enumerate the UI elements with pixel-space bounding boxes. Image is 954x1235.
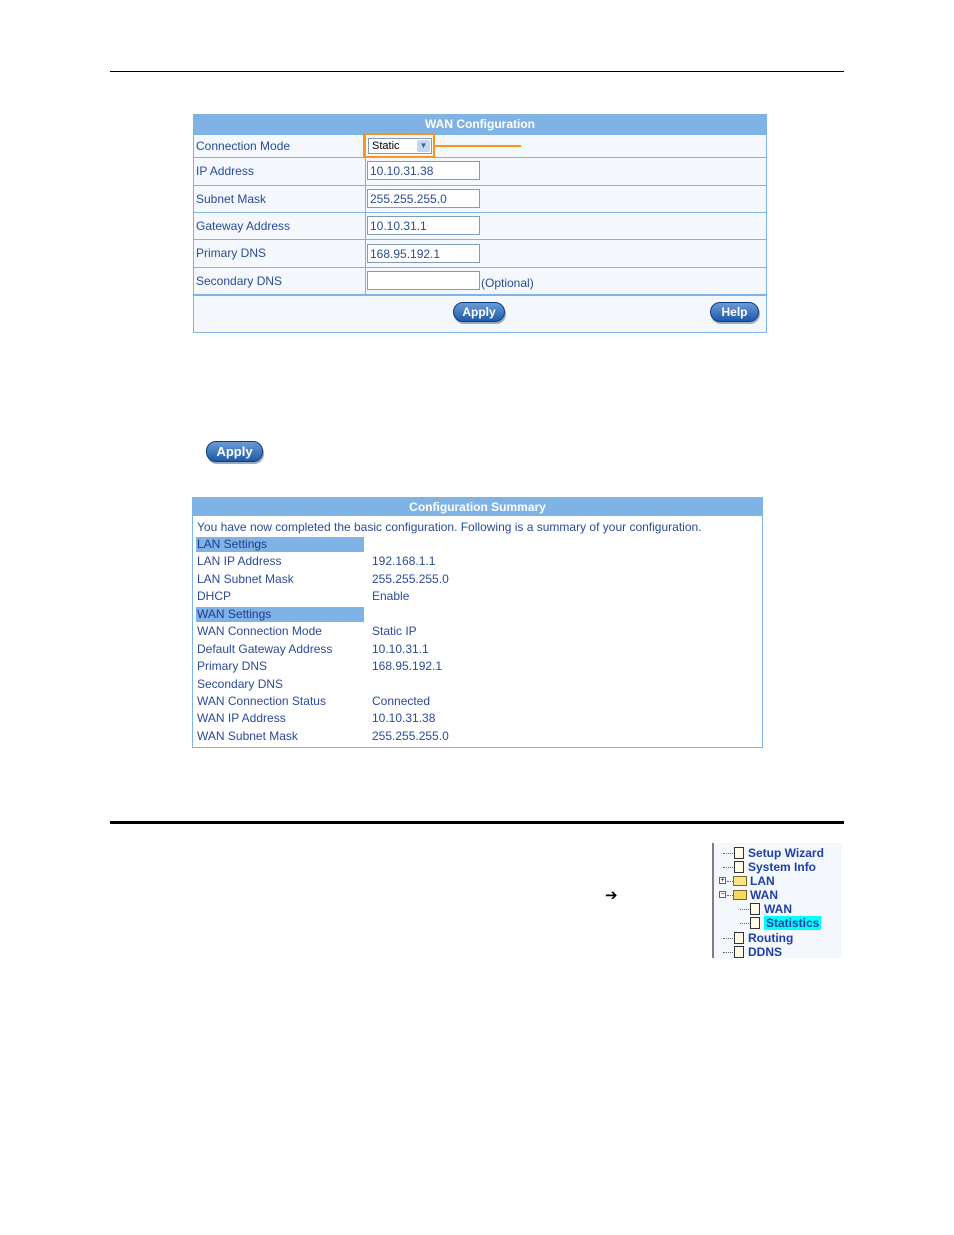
tree-item-wan-folder[interactable]: WAN <box>733 888 778 902</box>
document-icon <box>734 932 744 944</box>
ip-address-label: IP Address <box>196 164 254 178</box>
secondary-dns-label: Secondary DNS <box>196 274 283 288</box>
chevron-down-icon[interactable]: ▼ <box>417 140 430 152</box>
tree-item-wan[interactable]: WAN <box>750 902 792 916</box>
primary-dns-input[interactable] <box>367 244 480 263</box>
standalone-apply-button[interactable]: Apply <box>206 441 263 462</box>
tree-item-statistics[interactable]: Statistics <box>750 916 822 930</box>
summary-row: WAN Subnet Mask 255.255.255.0 <box>197 729 449 743</box>
expand-icon[interactable]: + <box>719 877 726 884</box>
configuration-summary-panel: Configuration Summary You have now compl… <box>192 497 763 748</box>
folder-open-icon <box>733 890 747 900</box>
gateway-address-row: Gateway Address <box>194 212 766 239</box>
summary-row: WAN Connection Status Connected <box>197 694 431 708</box>
connection-mode-value: Static <box>372 140 400 152</box>
help-button[interactable]: Help <box>710 302 759 322</box>
gateway-address-input[interactable] <box>367 216 480 235</box>
navigation-tree: Setup Wizard System Info + LAN − WAN WAN… <box>712 843 842 959</box>
wan-configuration-panel: WAN Configuration Connection Mode Static… <box>193 114 767 333</box>
ip-address-input[interactable] <box>367 161 480 180</box>
connection-mode-select[interactable]: Static ▼ <box>368 138 432 154</box>
primary-dns-label: Primary DNS <box>196 246 267 260</box>
tree-item-ddns[interactable]: DDNS <box>734 945 782 959</box>
apply-button[interactable]: Apply <box>453 302 505 322</box>
lan-settings-heading: LAN Settings <box>196 537 364 552</box>
summary-row: WAN Connection Mode Static IP <box>197 624 417 638</box>
tree-item-setup-wizard[interactable]: Setup Wizard <box>734 846 824 860</box>
summary-row: Default Gateway Address 10.10.31.1 <box>197 642 429 656</box>
summary-row: Secondary DNS <box>197 677 284 691</box>
collapse-icon[interactable]: − <box>719 891 726 898</box>
summary-row: LAN IP Address 192.168.1.1 <box>197 554 436 568</box>
gateway-address-label: Gateway Address <box>196 219 291 233</box>
subnet-mask-input[interactable] <box>367 189 480 208</box>
header-rule <box>110 71 844 72</box>
wan-configuration-title: WAN Configuration <box>194 115 766 134</box>
connection-mode-label: Connection Mode <box>196 139 291 153</box>
ip-address-row: IP Address <box>194 157 766 185</box>
arrow-right-icon: ➔ <box>605 887 618 904</box>
optional-hint: (Optional) <box>481 276 534 290</box>
subnet-mask-row: Subnet Mask <box>194 185 766 212</box>
wan-settings-heading: WAN Settings <box>196 607 364 622</box>
document-icon <box>750 917 760 929</box>
subnet-mask-label: Subnet Mask <box>196 192 267 206</box>
tree-item-system-info[interactable]: System Info <box>734 860 816 874</box>
summary-row: Primary DNS 168.95.192.1 <box>197 659 443 673</box>
document-icon <box>734 847 744 859</box>
callout-line <box>435 145 521 147</box>
folder-icon <box>733 876 747 886</box>
document-icon <box>734 861 744 873</box>
document-icon <box>750 903 760 915</box>
secondary-dns-input[interactable] <box>367 271 480 290</box>
primary-dns-row: Primary DNS <box>194 239 766 267</box>
summary-row: DHCP Enable <box>197 589 410 603</box>
summary-row: LAN Subnet Mask 255.255.255.0 <box>197 572 449 586</box>
section-rule <box>110 821 844 824</box>
document-icon <box>734 946 744 958</box>
summary-intro: You have now completed the basic configu… <box>197 520 702 534</box>
secondary-dns-row: Secondary DNS (Optional) <box>194 267 766 294</box>
summary-row: WAN IP Address 10.10.31.38 <box>197 711 436 725</box>
connection-mode-row: Connection Mode Static ▼ <box>194 133 766 158</box>
tree-item-lan[interactable]: LAN <box>733 874 775 888</box>
button-row: Apply Help <box>194 294 766 332</box>
configuration-summary-title: Configuration Summary <box>193 498 762 516</box>
tree-item-routing[interactable]: Routing <box>734 931 793 945</box>
